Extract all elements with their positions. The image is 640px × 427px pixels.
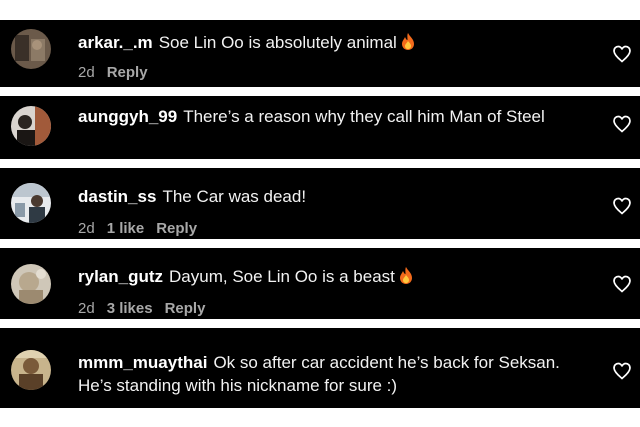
avatar[interactable] — [11, 350, 51, 390]
username-link[interactable]: aunggyh_99 — [78, 107, 177, 126]
reply-button[interactable]: Reply — [165, 300, 206, 317]
comment-item: dastin_ss The Car was dead! 2d 1 like Reply — [0, 168, 640, 239]
avatar[interactable] — [11, 106, 51, 146]
heart-outline-icon[interactable] — [612, 196, 632, 216]
comment-item: rylan_gutz Dayum, Soe Lin Oo is a beast 2… — [0, 248, 640, 319]
fire-emoji-icon — [401, 33, 415, 56]
comment-text: mmm_muaythai Ok so after car accident he’… — [78, 351, 568, 397]
comment-meta: 2d 1 like Reply — [78, 220, 209, 237]
username-link[interactable]: dastin_ss — [78, 187, 156, 206]
comment-time: 2d — [78, 220, 95, 237]
reply-button[interactable]: Reply — [156, 220, 197, 237]
comment-text: dastin_ss The Car was dead! — [78, 185, 578, 208]
avatar[interactable] — [11, 183, 51, 223]
like-count[interactable]: 1 like — [107, 220, 145, 237]
comment-text: aunggyh_99 There’s a reason why they call… — [78, 105, 558, 128]
username-link[interactable]: rylan_gutz — [78, 267, 163, 286]
comment-item: arkar._.m Soe Lin Oo is absolutely animal… — [0, 20, 640, 87]
comment-time: 2d — [78, 64, 95, 81]
heart-outline-icon[interactable] — [612, 274, 632, 294]
like-count[interactable]: 3 likes — [107, 300, 153, 317]
username-link[interactable]: arkar._.m — [78, 33, 153, 52]
comment-body: There’s a reason why they call him Man o… — [183, 107, 545, 126]
comment-body: The Car was dead! — [162, 187, 307, 206]
username-link[interactable]: mmm_muaythai — [78, 353, 207, 372]
comment-body: Dayum, Soe Lin Oo is a beast — [169, 267, 395, 286]
reply-button[interactable]: Reply — [107, 64, 148, 81]
avatar[interactable] — [11, 29, 51, 69]
comment-time: 2d — [78, 300, 95, 317]
fire-emoji-icon — [399, 267, 413, 290]
comment-item: aunggyh_99 There’s a reason why they call… — [0, 96, 640, 159]
comment-text: arkar._.m Soe Lin Oo is absolutely animal — [78, 31, 578, 56]
comment-body: Soe Lin Oo is absolutely animal — [158, 33, 397, 52]
comment-meta: 2d Reply — [78, 64, 160, 81]
avatar[interactable] — [11, 264, 51, 304]
heart-outline-icon[interactable] — [612, 361, 632, 381]
comment-meta: 2d 3 likes Reply — [78, 300, 217, 317]
heart-outline-icon[interactable] — [612, 114, 632, 134]
heart-outline-icon[interactable] — [612, 44, 632, 64]
comment-item: mmm_muaythai Ok so after car accident he’… — [0, 328, 640, 408]
comment-text: rylan_gutz Dayum, Soe Lin Oo is a beast — [78, 265, 578, 290]
